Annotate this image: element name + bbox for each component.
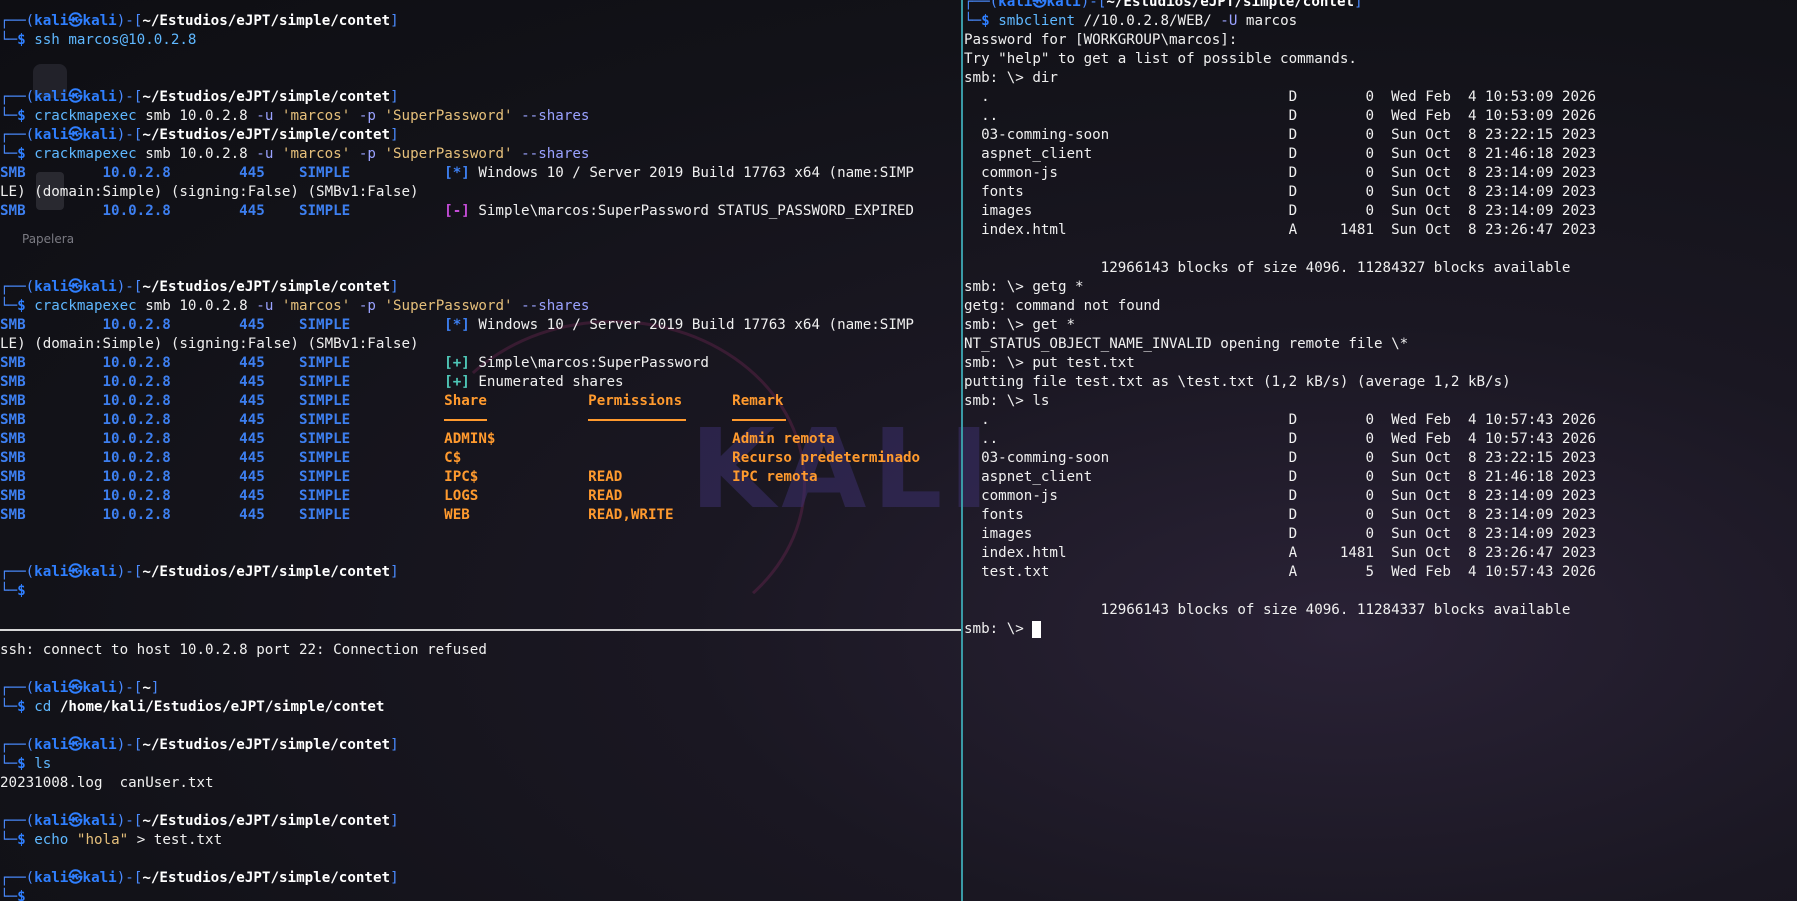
text-cursor bbox=[1032, 620, 1042, 638]
share-row: SMB 10.0.2.8 445 SIMPLE ADMIN$ Admin remo… bbox=[0, 431, 835, 447]
dir-entry: fonts D 0 Sun Oct 8 23:14:09 2023 bbox=[964, 184, 1597, 200]
dir-entry: images D 0 Sun Oct 8 23:14:09 2023 bbox=[964, 526, 1597, 542]
output-line: SMB 10.0.2.8 445 SIMPLE [+] Enumerated s… bbox=[0, 374, 624, 390]
smb-command-line: smb: \> put test.txt bbox=[964, 355, 1135, 371]
output-line: SMB 10.0.2.8 445 SIMPLE [*] Windows 10 /… bbox=[0, 165, 914, 181]
output-line: NT_STATUS_OBJECT_NAME_INVALID opening re… bbox=[964, 336, 1409, 352]
prompt-line: ┌──(kali㉿kali)-[~/Estudios/eJPT/simple/c… bbox=[0, 13, 399, 29]
output-line: SMB 10.0.2.8 445 SIMPLE [*] Windows 10 /… bbox=[0, 317, 914, 333]
command-line: └─$ ls bbox=[0, 756, 52, 772]
pane-divider-vertical[interactable] bbox=[961, 0, 963, 901]
output-line: SMB 10.0.2.8 445 SIMPLE [+] Simple\marco… bbox=[0, 355, 709, 371]
command-line: └─$ bbox=[0, 889, 35, 901]
dir-entry: common-js D 0 Sun Oct 8 23:14:09 2023 bbox=[964, 165, 1597, 181]
command-line: └─$ crackmapexec smb 10.0.2.8 -u 'marcos… bbox=[0, 146, 590, 162]
dir-entry: aspnet_client D 0 Sun Oct 8 21:46:18 202… bbox=[964, 146, 1597, 162]
shares-header-row: SMB 10.0.2.8 445 SIMPLE Share Permissions… bbox=[0, 393, 784, 409]
prompt-line: ┌──(kali㉿kali)-[~/Estudios/eJPT/simple/c… bbox=[0, 89, 399, 105]
command-line: └─$ smbclient //10.0.2.8/WEB/ -U marcos bbox=[964, 13, 1298, 29]
dir-entry: .. D 0 Wed Feb 4 10:57:43 2026 bbox=[964, 431, 1597, 447]
dir-entry: index.html A 1481 Sun Oct 8 23:26:47 202… bbox=[964, 545, 1597, 561]
smb-command-line: smb: \> ls bbox=[964, 393, 1050, 409]
dir-entry: common-js D 0 Sun Oct 8 23:14:09 2023 bbox=[964, 488, 1597, 504]
dir-entry: index.html A 1481 Sun Oct 8 23:26:47 202… bbox=[964, 222, 1597, 238]
prompt-line: ┌──(kali㉿kali)-[~/Estudios/eJPT/simple/c… bbox=[0, 127, 399, 143]
output-line: putting file test.txt as \test.txt (1,2 … bbox=[964, 374, 1511, 390]
terminal-pane-bottom-left[interactable]: ssh: connect to host 10.0.2.8 port 22: C… bbox=[0, 631, 960, 901]
output-line: getg: command not found bbox=[964, 298, 1161, 314]
prompt-line: ┌──(kali㉿kali)-[~/Estudios/eJPT/simple/c… bbox=[0, 737, 399, 753]
output-line: LE) (domain:Simple) (signing:False) (SMB… bbox=[0, 336, 419, 352]
shares-underline-row: SMB 10.0.2.8 445 SIMPLE bbox=[0, 411, 787, 430]
output-line: 12966143 blocks of size 4096. 11284337 b… bbox=[964, 602, 1571, 618]
command-line: └─$ cd /home/kali/Estudios/eJPT/simple/c… bbox=[0, 699, 385, 715]
dir-entry: 03-comming-soon D 0 Sun Oct 8 23:22:15 2… bbox=[964, 127, 1597, 143]
dir-entry: fonts D 0 Sun Oct 8 23:14:09 2023 bbox=[964, 507, 1597, 523]
prompt-line: ┌──(kali㉿kali)-[~/Estudios/eJPT/simple/c… bbox=[0, 564, 399, 580]
command-line: └─$ bbox=[0, 583, 35, 599]
output-line: Password for [WORKGROUP\marcos]: bbox=[964, 32, 1238, 48]
dir-entry: 03-comming-soon D 0 Sun Oct 8 23:22:15 2… bbox=[964, 450, 1597, 466]
dir-entry: . D 0 Wed Feb 4 10:53:09 2026 bbox=[964, 89, 1597, 105]
command-line: └─$ ssh marcos@10.0.2.8 bbox=[0, 32, 197, 48]
prompt-line: ┌──(kali㉿kali)-[~/Estudios/eJPT/simple/c… bbox=[0, 870, 399, 886]
share-row: SMB 10.0.2.8 445 SIMPLE LOGS READ bbox=[0, 488, 623, 504]
prompt-line: ┌──(kali㉿kali)-[~/Estudios/eJPT/simple/c… bbox=[964, 0, 1363, 10]
dir-entry: aspnet_client D 0 Sun Oct 8 21:46:18 202… bbox=[964, 469, 1597, 485]
output-line: ssh: connect to host 10.0.2.8 port 22: C… bbox=[0, 642, 487, 658]
command-line: └─$ crackmapexec smb 10.0.2.8 -u 'marcos… bbox=[0, 298, 590, 314]
dir-entry: images D 0 Sun Oct 8 23:14:09 2023 bbox=[964, 203, 1597, 219]
smb-input-line[interactable]: smb: \> bbox=[964, 620, 1042, 639]
output-line: 12966143 blocks of size 4096. 11284327 b… bbox=[964, 260, 1571, 276]
share-row: SMB 10.0.2.8 445 SIMPLE IPC$ READ IPC remo… bbox=[0, 469, 818, 485]
dir-entry: test.txt A 5 Wed Feb 4 10:57:43 2026 bbox=[964, 564, 1597, 580]
dir-entry: .. D 0 Wed Feb 4 10:53:09 2026 bbox=[964, 108, 1597, 124]
dir-entry: . D 0 Wed Feb 4 10:57:43 2026 bbox=[964, 412, 1597, 428]
prompt-line: ┌──(kali㉿kali)-[~/Estudios/eJPT/simple/c… bbox=[0, 813, 399, 829]
output-line: LE) (domain:Simple) (signing:False) (SMB… bbox=[0, 184, 419, 200]
command-line: └─$ crackmapexec smb 10.0.2.8 -u 'marcos… bbox=[0, 108, 590, 124]
share-row: SMB 10.0.2.8 445 SIMPLE C$ Recurso predet… bbox=[0, 450, 921, 466]
output-line: SMB 10.0.2.8 445 SIMPLE [-] Simple\marco… bbox=[0, 203, 914, 219]
smb-command-line: smb: \> get * bbox=[964, 317, 1076, 333]
output-line: Try "help" to get a list of possible com… bbox=[964, 51, 1357, 67]
command-line: └─$ echo "hola" > test.txt bbox=[0, 832, 223, 848]
terminal-pane-right[interactable]: ┌──(kali㉿kali)-[~/Estudios/eJPT/simple/c… bbox=[964, 0, 1797, 901]
terminal-pane-top-left[interactable]: ┌──(kali㉿kali)-[~/Estudios/eJPT/simple/c… bbox=[0, 0, 960, 630]
smb-command-line: smb: \> getg * bbox=[964, 279, 1084, 295]
prompt-line: ┌──(kali㉿kali)-[~/Estudios/eJPT/simple/c… bbox=[0, 279, 399, 295]
prompt-line: ┌──(kali㉿kali)-[~] bbox=[0, 680, 160, 696]
output-line: 20231008.log canUser.txt bbox=[0, 775, 214, 791]
share-row: SMB 10.0.2.8 445 SIMPLE WEB READ,WRITE bbox=[0, 507, 674, 523]
smb-command-line: smb: \> dir bbox=[964, 70, 1058, 86]
